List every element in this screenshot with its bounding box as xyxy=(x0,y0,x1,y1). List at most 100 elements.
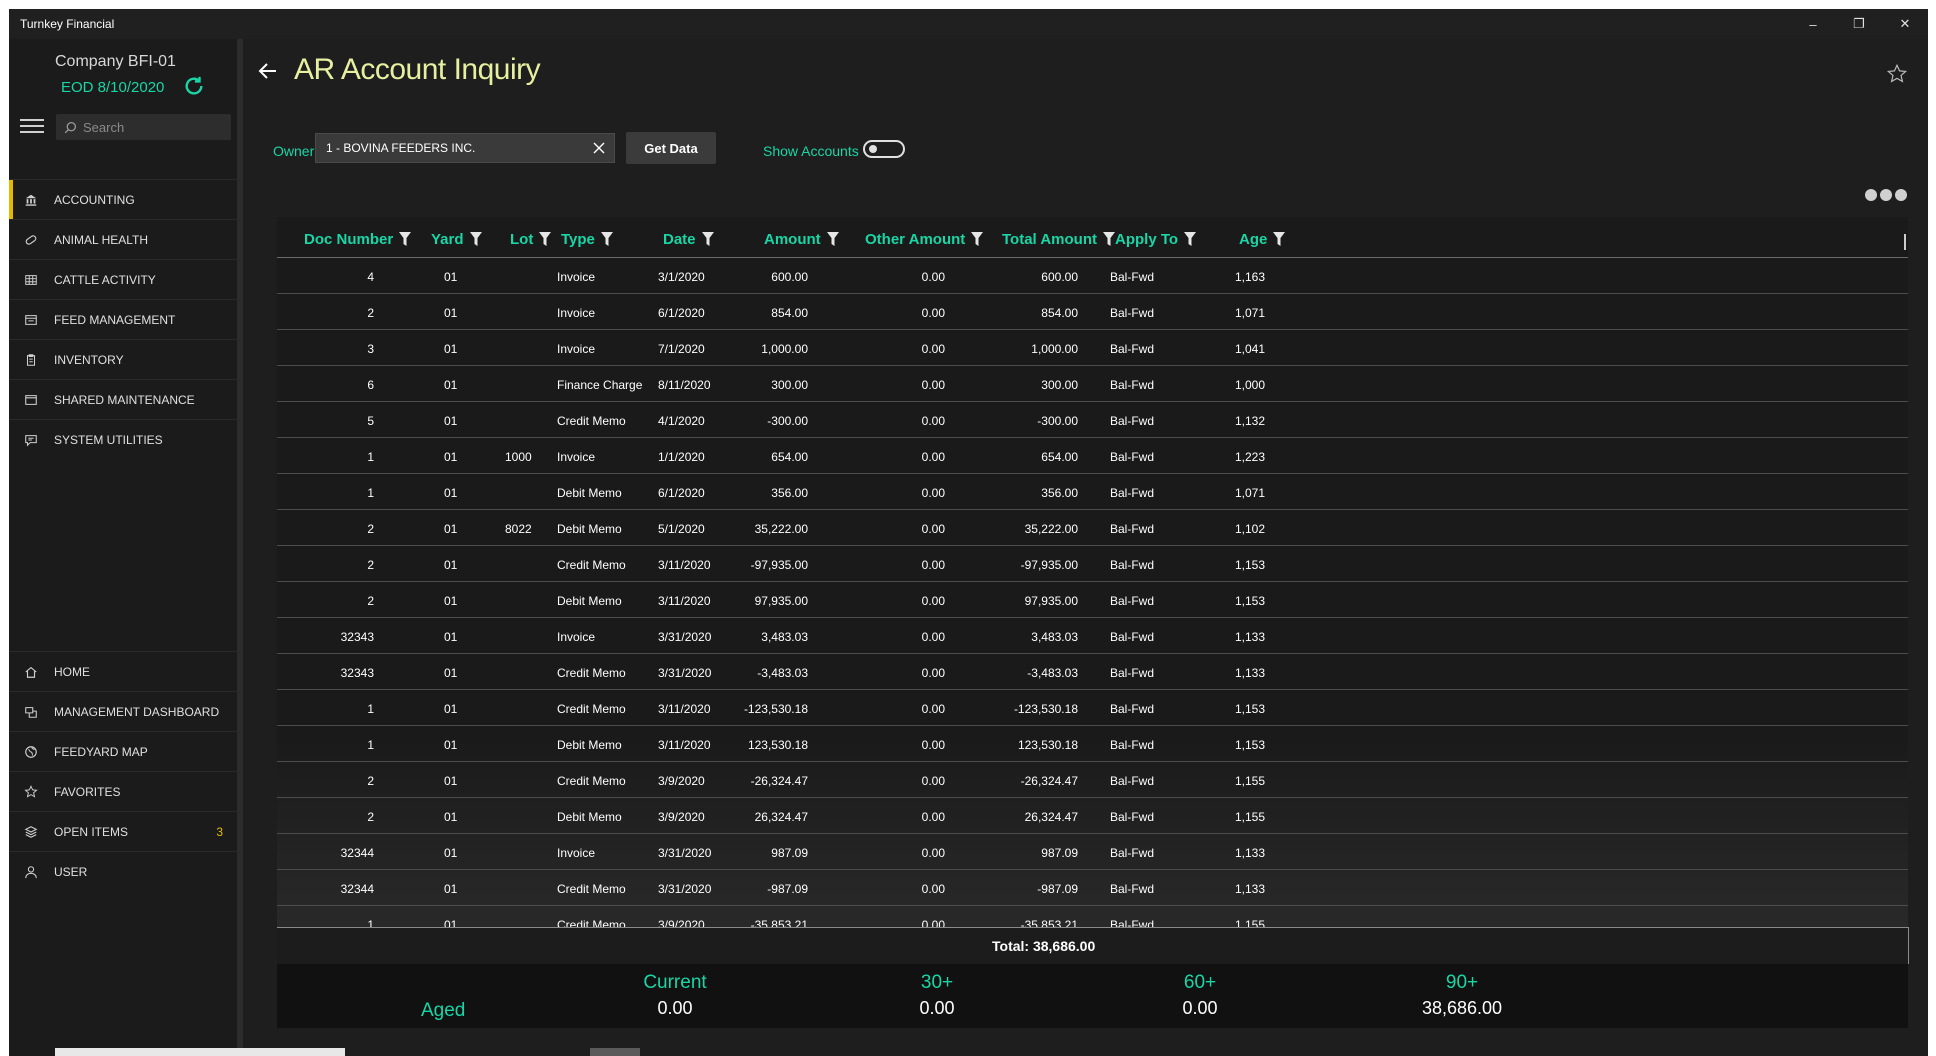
total-amount: Total: 38,686.00 xyxy=(992,938,1096,954)
table-row[interactable]: 32344 01 Invoice 3/31/2020 987.09 0.00 987.09 B… xyxy=(277,834,1908,870)
column-header-apply-to[interactable]: Apply To xyxy=(1115,231,1197,248)
column-header-lot[interactable]: Lot xyxy=(510,231,552,248)
sidebar-item-shared-maintenance[interactable]: SHARED MAINTENANCE xyxy=(9,379,237,419)
table-row[interactable]: 2 01 Debit Memo 3/11/2020 97,935.00 0.00 97,93… xyxy=(277,582,1908,618)
cell-doc-number: 3 xyxy=(367,342,374,356)
cell-apply-to: Bal-Fwd xyxy=(1110,342,1155,356)
sidebar-item-feedyard-map[interactable]: FEEDYARD MAP xyxy=(9,731,237,771)
sidebar-item-management-dashboard[interactable]: MANAGEMENT DASHBOARD xyxy=(9,691,237,731)
cell-total-amount: -26,324.47 xyxy=(1020,774,1078,788)
cell-doc-number: 2 xyxy=(367,594,374,608)
table-row[interactable]: 32343 01 Credit Memo 3/31/2020 -3,483.03 0.00… xyxy=(277,654,1908,690)
column-header-type[interactable]: Type xyxy=(561,231,613,248)
cell-date: 6/1/2020 xyxy=(658,486,705,500)
sidebar-item-favorites[interactable]: FAVORITES xyxy=(9,771,237,811)
feed-icon xyxy=(23,312,39,328)
cell-doc-number: 32344 xyxy=(340,882,374,896)
clear-icon[interactable] xyxy=(592,141,606,155)
sidebar-item-home[interactable]: HOME xyxy=(9,651,237,691)
column-resize-handle[interactable] xyxy=(1904,234,1906,250)
table-row[interactable]: 5 01 Credit Memo 4/1/2020 -300.00 0.00 -300.00… xyxy=(277,402,1908,438)
table-row[interactable]: 32343 01 Invoice 3/31/2020 3,483.03 0.00 3,483… xyxy=(277,618,1908,654)
column-header-yard[interactable]: Yard xyxy=(431,231,482,248)
table-row[interactable]: 32344 01 Credit Memo 3/31/2020 -987.09 0.00 -9… xyxy=(277,870,1908,906)
cell-other-amount: 0.00 xyxy=(921,270,945,284)
nav-top: ACCOUNTING ANIMAL HEALTH CATTLE ACTIVITY FE… xyxy=(9,179,237,459)
refresh-icon[interactable] xyxy=(183,75,205,97)
table-row[interactable]: 1 01 Credit Memo 3/11/2020 -123,530.18 0.00 -1… xyxy=(277,690,1908,726)
sidebar-item-feed-management[interactable]: FEED MANAGEMENT xyxy=(9,299,237,339)
table-row[interactable]: 2 01 8022 Debit Memo 5/1/2020 35,222.00 0.00 35… xyxy=(277,510,1908,546)
sidebar-item-label: HOME xyxy=(54,664,90,679)
cell-total-amount: 987.09 xyxy=(1041,846,1078,860)
table-row[interactable]: 2 01 Debit Memo 3/9/2020 26,324.47 0.00 26,324… xyxy=(277,798,1908,834)
taskbar-thumbnail xyxy=(590,1048,640,1056)
table-row[interactable]: 1 01 Debit Memo 3/11/2020 123,530.18 0.00 123,… xyxy=(277,726,1908,762)
filter-icon[interactable] xyxy=(469,232,482,247)
restore-button[interactable]: ❐ xyxy=(1836,9,1882,39)
cell-total-amount: 600.00 xyxy=(1041,270,1078,284)
cell-yard: 01 xyxy=(444,306,458,320)
cell-amount: -300.00 xyxy=(767,414,808,428)
hamburger-menu-icon[interactable] xyxy=(20,119,44,135)
cell-type: Debit Memo xyxy=(557,522,622,536)
cell-apply-to: Bal-Fwd xyxy=(1110,594,1155,608)
cell-date: 3/11/2020 xyxy=(658,594,711,608)
more-options-icon[interactable] xyxy=(1865,189,1915,205)
table-row[interactable]: 6 01 Finance Charge 8/11/2020 300.00 0.00 300.… xyxy=(277,366,1908,402)
filter-icon[interactable] xyxy=(826,232,839,247)
sidebar-item-animal-health[interactable]: ANIMAL HEALTH xyxy=(9,219,237,259)
sidebar-item-cattle-activity[interactable]: CATTLE ACTIVITY xyxy=(9,259,237,299)
sidebar-item-accounting[interactable]: ACCOUNTING xyxy=(9,179,237,219)
column-header-date[interactable]: Date xyxy=(663,231,714,248)
search-input[interactable]: Search xyxy=(56,114,231,140)
table-row[interactable]: 1 01 Debit Memo 6/1/2020 356.00 0.00 356.00 Bal… xyxy=(277,474,1908,510)
get-data-button[interactable]: Get Data xyxy=(626,132,716,164)
table-row[interactable]: 2 01 Credit Memo 3/11/2020 -97,935.00 0.00 -97… xyxy=(277,546,1908,582)
cell-apply-to: Bal-Fwd xyxy=(1110,558,1155,572)
cell-amount: 356.00 xyxy=(771,486,808,500)
cell-yard: 01 xyxy=(444,342,458,356)
filter-icon[interactable] xyxy=(539,232,552,247)
cell-amount: 600.00 xyxy=(771,270,808,284)
cell-doc-number: 2 xyxy=(367,774,374,788)
main-content: AR Account Inquiry Owner 1 - BOVINA FEED… xyxy=(243,39,1928,1056)
owner-field[interactable]: 1 - BOVINA FEEDERS INC. xyxy=(315,133,615,163)
favorite-star-icon[interactable] xyxy=(1886,63,1908,85)
sidebar-item-inventory[interactable]: INVENTORY xyxy=(9,339,237,379)
table-row[interactable]: 1 01 1000 Invoice 1/1/2020 654.00 0.00 654.00 Ba… xyxy=(277,438,1908,474)
column-header-amount[interactable]: Amount xyxy=(764,231,839,248)
cell-date: 3/11/2020 xyxy=(658,738,711,752)
filter-icon[interactable] xyxy=(1102,232,1115,247)
back-arrow-icon[interactable] xyxy=(256,59,280,83)
cell-doc-number: 5 xyxy=(367,414,374,428)
table-row[interactable]: 3 01 Invoice 7/1/2020 1,000.00 0.00 1,000.00 Ba… xyxy=(277,330,1908,366)
sidebar-item-user[interactable]: USER xyxy=(9,851,237,892)
column-header-doc-number[interactable]: Doc Number xyxy=(304,231,412,248)
filter-icon[interactable] xyxy=(600,232,613,247)
show-accounts-toggle[interactable] xyxy=(863,140,905,158)
cell-apply-to: Bal-Fwd xyxy=(1110,306,1155,320)
cell-type: Debit Memo xyxy=(557,810,622,824)
column-header-other-amount[interactable]: Other Amount xyxy=(865,231,984,248)
filter-icon[interactable] xyxy=(399,232,412,247)
close-button[interactable]: ✕ xyxy=(1882,9,1928,39)
column-header-age[interactable]: Age xyxy=(1239,231,1286,248)
sidebar-item-label: ANIMAL HEALTH xyxy=(54,232,149,247)
cell-amount: 3,483.03 xyxy=(761,630,808,644)
table-row[interactable]: 2 01 Invoice 6/1/2020 854.00 0.00 854.00 Bal-Fw… xyxy=(277,294,1908,330)
cell-yard: 01 xyxy=(444,270,458,284)
sidebar-item-system-utilities[interactable]: SYSTEM UTILITIES xyxy=(9,419,237,459)
table-row[interactable]: 4 01 Invoice 3/1/2020 600.00 0.00 600.00 Bal-Fw… xyxy=(277,258,1908,294)
filter-icon[interactable] xyxy=(1184,232,1197,247)
table-row[interactable]: 2 01 Credit Memo 3/9/2020 -26,324.47 0.00 -26,… xyxy=(277,762,1908,798)
column-header-total-amount[interactable]: Total Amount xyxy=(1002,231,1115,248)
minimize-button[interactable]: – xyxy=(1790,9,1836,39)
filter-icon[interactable] xyxy=(701,232,714,247)
sidebar-item-open-items[interactable]: OPEN ITEMS 3 xyxy=(9,811,237,851)
nav-bottom: HOME MANAGEMENT DASHBOARD FEEDYARD MAP FAVO… xyxy=(9,651,237,892)
filter-icon[interactable] xyxy=(971,232,984,247)
filter-icon[interactable] xyxy=(1273,232,1286,247)
search-placeholder: Search xyxy=(83,119,125,135)
cell-apply-to: Bal-Fwd xyxy=(1110,270,1155,284)
